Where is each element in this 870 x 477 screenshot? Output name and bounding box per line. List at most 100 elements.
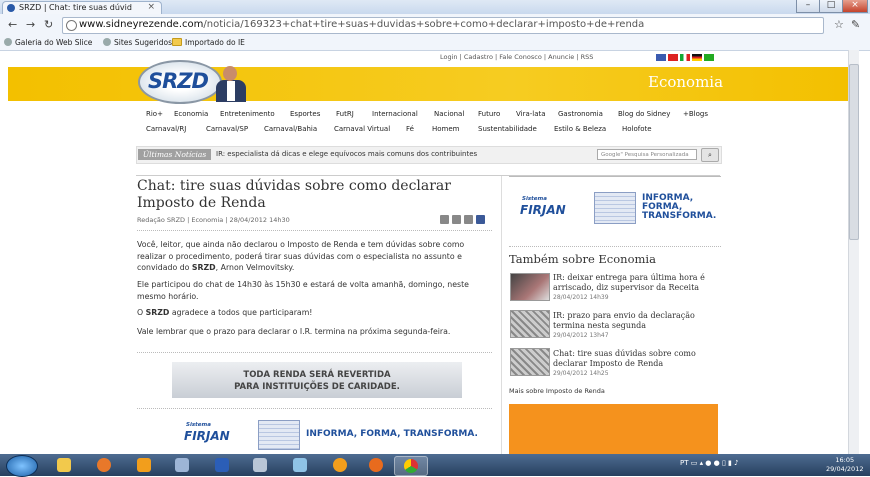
- search-button[interactable]: ⌕: [701, 148, 719, 162]
- outlook-icon: [137, 458, 151, 472]
- nav-item[interactable]: Rio+: [146, 110, 163, 118]
- column-divider: [501, 176, 502, 456]
- wrench-icon[interactable]: ✎: [851, 18, 860, 31]
- firjan-emblem-icon: [594, 192, 636, 224]
- nav-item[interactable]: Economia: [174, 110, 208, 118]
- browser-tab[interactable]: SRZD | Chat: tire suas dúvid ×: [2, 1, 162, 15]
- nav-item[interactable]: Fé: [406, 125, 414, 133]
- firjan-banner-bottom[interactable]: Sistema FIRJAN INFORMA, FORMA, TRANSFORM…: [180, 414, 480, 454]
- nav-item[interactable]: Homem: [432, 125, 460, 133]
- nav-item[interactable]: Carnaval Virtual: [334, 125, 390, 133]
- more-link[interactable]: Mais sobre Imposto de Renda: [509, 387, 605, 395]
- clock[interactable]: 16:05 29/04/2012: [826, 456, 863, 474]
- flag-uk-icon: [656, 54, 666, 61]
- nav-item[interactable]: Carnaval/RJ: [146, 125, 186, 133]
- firjan-banner-side[interactable]: Sistema FIRJAN INFORMA, FORMA, TRANSFORM…: [518, 188, 718, 228]
- related-date: 29/04/2012 13h47: [553, 332, 609, 339]
- nav-item[interactable]: Holofote: [622, 125, 652, 133]
- ad-banner[interactable]: [509, 404, 718, 456]
- taskbar-explorer[interactable]: [48, 456, 80, 474]
- system-tray[interactable]: PT ▭ ▴ ● ● ▯ ▮ ♪: [680, 459, 739, 467]
- divider: [137, 230, 492, 231]
- back-arrow-icon[interactable]: ←: [8, 18, 17, 31]
- language-indicator[interactable]: PT: [680, 459, 689, 467]
- nav-item[interactable]: Nacional: [434, 110, 464, 118]
- globe-icon: [66, 20, 77, 31]
- start-button[interactable]: [6, 455, 38, 477]
- nav-item[interactable]: +Blogs: [683, 110, 708, 118]
- firefox-icon: [369, 458, 383, 472]
- nav-item[interactable]: Esportes: [290, 110, 320, 118]
- presenter-photo: [214, 66, 248, 102]
- close-window-button[interactable]: ×: [842, 0, 868, 13]
- scrollbar-thumb[interactable]: [849, 64, 859, 240]
- taskbar-firefox[interactable]: [360, 456, 392, 474]
- related-link[interactable]: IR: deixar entrega para última hora é ar…: [553, 273, 725, 293]
- ticker-headline[interactable]: IR: especialista dá dicas e elege equívo…: [216, 150, 477, 158]
- forward-arrow-icon[interactable]: →: [26, 18, 35, 31]
- taskbar-app[interactable]: [324, 456, 356, 474]
- nav-item[interactable]: FutRJ: [336, 110, 354, 118]
- bookmark-web-slice[interactable]: Galeria do Web Slice: [4, 38, 92, 47]
- article-paragraph: Vale lembrar que o prazo para declarar o…: [137, 327, 451, 336]
- reload-icon[interactable]: ↻: [44, 18, 53, 31]
- nav-item[interactable]: Estilo & Beleza: [554, 125, 606, 133]
- firjan-tagline: INFORMA, FORMA, TRANSFORMA.: [306, 429, 478, 439]
- article-paragraph: Ele participou do chat de 14h30 às 15h30…: [137, 280, 469, 301]
- twitter-icon[interactable]: [464, 215, 473, 224]
- charity-banner[interactable]: TODA RENDA SERÁ REVERTIDA PARA INSTITUIÇ…: [172, 362, 462, 398]
- bookmarks-bar: Galeria do Web Slice Sites Sugeridos Imp…: [0, 36, 870, 51]
- email-icon[interactable]: [440, 215, 449, 224]
- clock-time: 16:05: [835, 456, 855, 464]
- taskbar-media[interactable]: [88, 456, 120, 474]
- bookmark-importado[interactable]: Importado do IE: [172, 38, 245, 47]
- taskbar-app[interactable]: [244, 456, 276, 474]
- address-bar[interactable]: www.sidneyrezende.com/noticia/169323+cha…: [62, 17, 824, 34]
- taskbar-outlook[interactable]: [128, 456, 160, 474]
- taskbar-app[interactable]: [166, 456, 198, 474]
- network-icon: [333, 458, 347, 472]
- top-links[interactable]: Login | Cadastro | Fale Conosco | Anunci…: [440, 53, 593, 61]
- related-link[interactable]: IR: prazo para envio da declaração termi…: [553, 311, 725, 331]
- taskbar-app[interactable]: [284, 456, 316, 474]
- search-input[interactable]: Google" Pesquisa Personalizada: [597, 149, 697, 160]
- calculator-icon: [253, 458, 267, 472]
- language-flags[interactable]: [656, 54, 714, 63]
- ticker-label: Últimas Notícias: [138, 149, 211, 160]
- nav-item[interactable]: Vira-lata: [516, 110, 546, 118]
- related-thumbnail[interactable]: [510, 310, 550, 338]
- article-byline: Redação SRZD | Economia | 28/04/2012 14h…: [137, 216, 290, 224]
- nav-item[interactable]: Gastronomia: [558, 110, 603, 118]
- related-thumbnail[interactable]: [510, 348, 550, 376]
- banner-line: TODA RENDA SERÁ REVERTIDA: [243, 370, 391, 380]
- bookmark-sites-sugeridos[interactable]: Sites Sugeridos: [103, 38, 172, 47]
- nav-item[interactable]: Carnaval/Bahia: [264, 125, 317, 133]
- related-link[interactable]: Chat: tire suas dúvidas sobre como decla…: [553, 349, 725, 369]
- nav-item[interactable]: Futuro: [478, 110, 500, 118]
- facebook-icon[interactable]: [476, 215, 485, 224]
- bookmark-star-icon[interactable]: ☆: [834, 18, 844, 31]
- close-tab-icon[interactable]: ×: [147, 2, 155, 12]
- nav-item[interactable]: Sustentabilidade: [478, 125, 537, 133]
- nav-item[interactable]: Carnaval/SP: [206, 125, 248, 133]
- taskbar-chrome[interactable]: [394, 456, 428, 476]
- chrome-icon: [404, 459, 418, 473]
- flag-br-icon: [704, 54, 714, 61]
- search-icon: ⌕: [708, 151, 712, 159]
- flag-de-icon: [692, 54, 702, 61]
- divider: [137, 408, 492, 409]
- print-icon[interactable]: [452, 215, 461, 224]
- word-icon: [215, 458, 229, 472]
- nav-item[interactable]: Blog do Sidney: [618, 110, 670, 118]
- srzd-logo[interactable]: SRZD: [138, 60, 222, 104]
- section-title: Economia: [648, 73, 724, 91]
- maximize-button[interactable]: □: [819, 0, 843, 13]
- related-thumbnail[interactable]: [510, 273, 550, 301]
- paint-icon: [293, 458, 307, 472]
- taskbar-word[interactable]: [206, 456, 238, 474]
- firjan-sistema: Sistema: [186, 422, 211, 428]
- nav-item[interactable]: Entretenimento: [220, 110, 275, 118]
- minimize-button[interactable]: –: [796, 0, 820, 13]
- nav-item[interactable]: Internacional: [372, 110, 418, 118]
- firjan-logo-text: FIRJAN: [520, 203, 566, 217]
